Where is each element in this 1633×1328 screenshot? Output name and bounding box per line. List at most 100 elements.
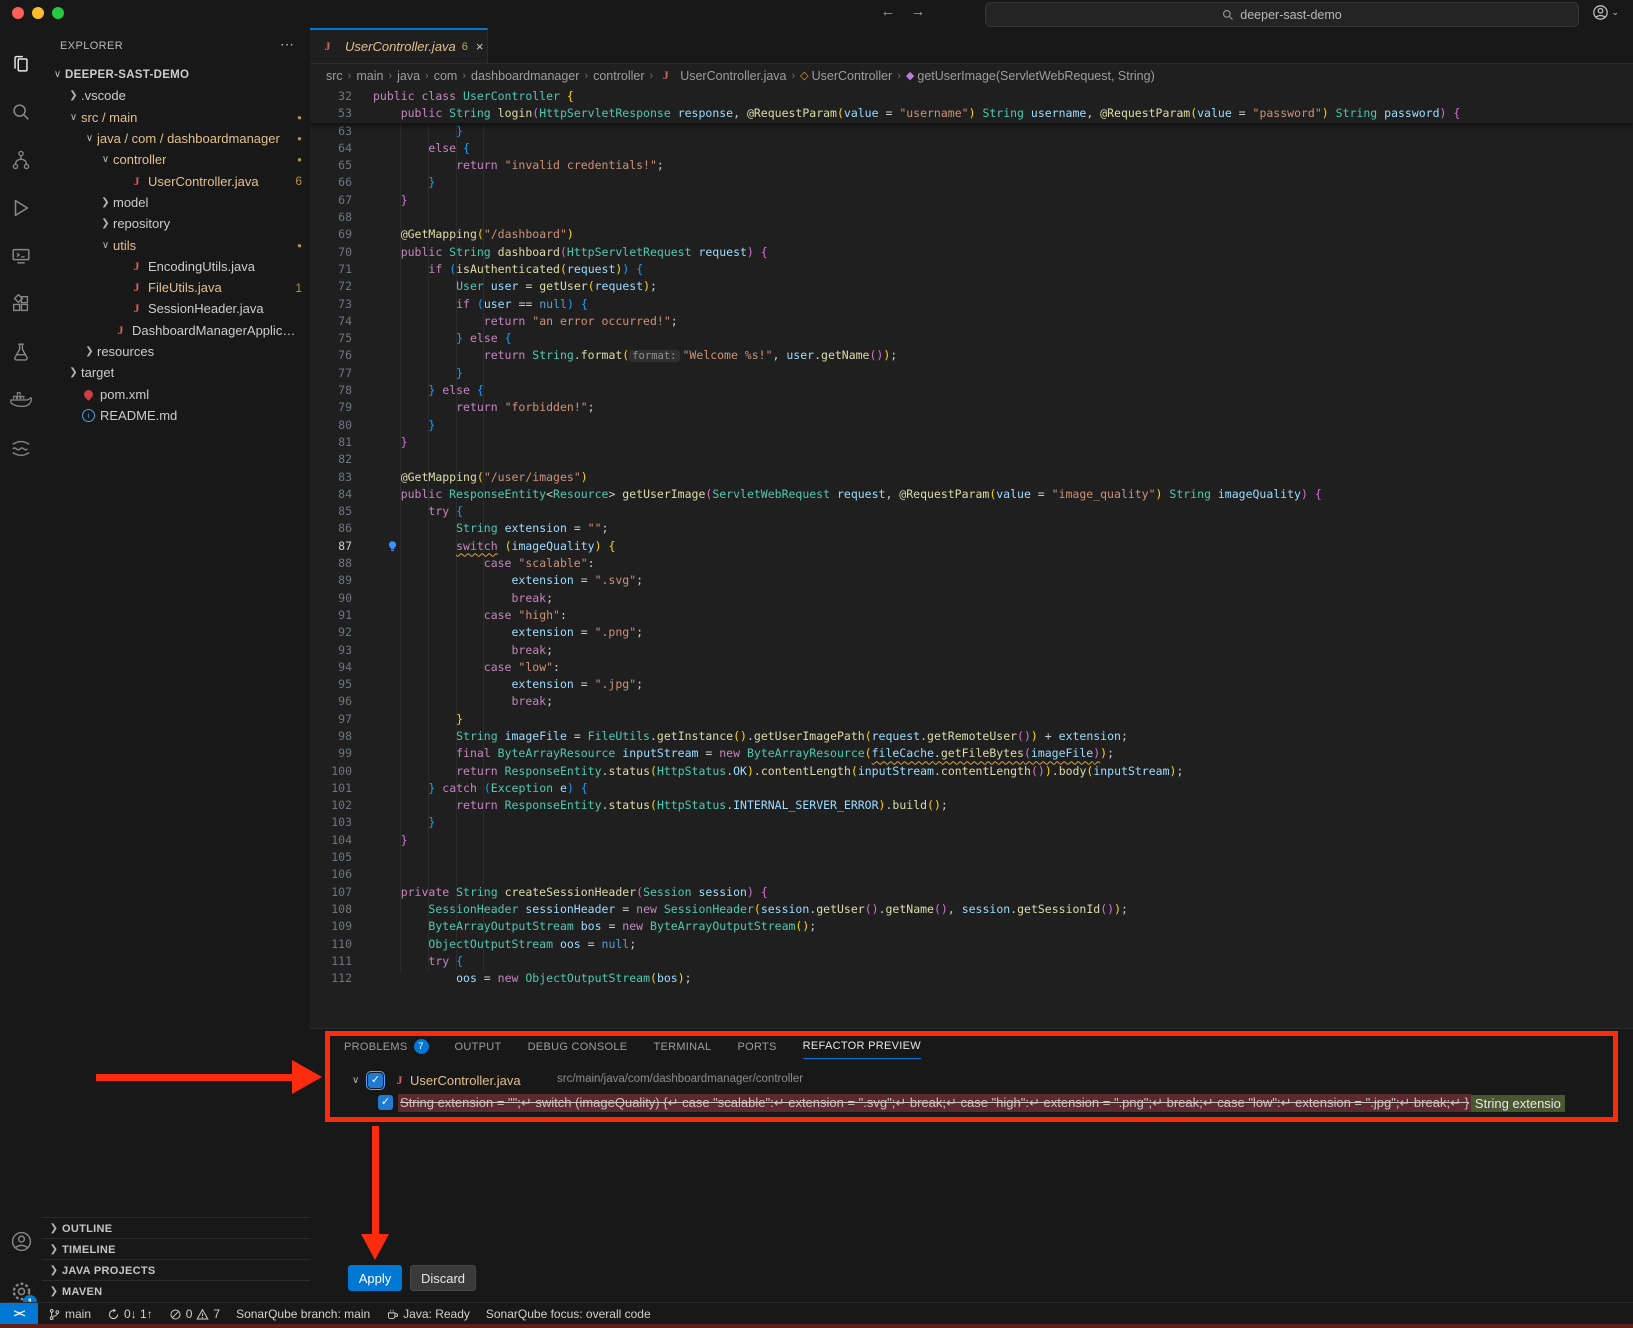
problems-count-badge: 7 (414, 1039, 429, 1054)
source-control-icon[interactable] (0, 140, 42, 180)
sidebar-section-maven[interactable]: ❯MAVEN (42, 1280, 310, 1302)
docker-icon[interactable] (0, 380, 42, 420)
panel-tab-debug-console[interactable]: DEBUG CONSOLE (528, 1039, 628, 1059)
tree-item-label: repository (113, 216, 170, 231)
run-debug-icon[interactable] (0, 188, 42, 228)
tree-item[interactable]: ∨utils● (42, 234, 310, 255)
code-line: 84 public ResponseEntity<Resource> getUs… (310, 486, 1633, 503)
discard-button[interactable]: Discard (410, 1265, 476, 1291)
tab-filename: UserController.java (345, 39, 456, 54)
code-line: 97 } (310, 711, 1633, 728)
tree-item[interactable]: ∨src / main● (42, 107, 310, 128)
command-center-search[interactable]: deeper-sast-demo (985, 2, 1579, 27)
account-menu-button[interactable]: ⌄ (1592, 4, 1619, 21)
breadcrumb-item[interactable]: com (434, 69, 458, 83)
remote-indicator[interactable]: >< (0, 1303, 38, 1325)
sonarqube-branch-status[interactable]: SonarQube branch: main (236, 1307, 370, 1321)
code-editor[interactable]: 32public class UserController {53 public… (310, 88, 1633, 1028)
tree-item[interactable]: ❯model (42, 192, 310, 213)
breadcrumb[interactable]: src›main›java›com›dashboardmanager›contr… (310, 63, 1633, 88)
file-tree: ∨DEEPER-SAST-DEMO❯.vscode∨src / main●∨ja… (42, 64, 310, 426)
sticky-scroll: 32public class UserController {53 public… (310, 88, 1633, 123)
tree-item[interactable]: JUserController.java6 (42, 170, 310, 191)
code-line: 75 } else { (310, 330, 1633, 347)
panel-tab-refactor-preview[interactable]: REFACTOR PREVIEW (803, 1039, 921, 1059)
code-line: 91 case "high": (310, 607, 1633, 624)
minimize-window-button[interactable] (32, 7, 44, 19)
chevron-down-icon[interactable]: ∨ (352, 1075, 359, 1086)
close-window-button[interactable] (12, 7, 24, 19)
panel-tab-ports[interactable]: PORTS (737, 1039, 776, 1059)
tree-item[interactable]: ❯target (42, 362, 310, 383)
remote-explorer-icon[interactable] (0, 236, 42, 276)
change-checkbox[interactable]: ✓ (378, 1095, 393, 1110)
testing-icon[interactable] (0, 332, 42, 372)
code-line: 94 case "low": (310, 659, 1633, 676)
sidebar-section-java-projects[interactable]: ❯JAVA PROJECTS (42, 1259, 310, 1281)
breadcrumb-item[interactable]: UserController (812, 69, 893, 83)
status-bar: >< main 0↓ 1↑ 0 7 SonarQube branch: main… (0, 1302, 1633, 1325)
code-line: 95 extension = ".jpg"; (310, 676, 1633, 693)
zoom-window-button[interactable] (52, 7, 64, 19)
tree-item[interactable]: JFileUtils.java1 (42, 277, 310, 298)
problem-count-badge: 6 (295, 174, 302, 188)
tree-item[interactable]: ∨DEEPER-SAST-DEMO (42, 64, 310, 85)
tab-usercontroller[interactable]: J UserController.java 6 × (310, 28, 488, 63)
java-file-icon: J (320, 39, 335, 54)
tree-item[interactable]: JDashboardManagerApplication.java (42, 320, 310, 341)
explorer-sidebar: EXPLORER ⋯ ∨DEEPER-SAST-DEMO❯.vscode∨src… (42, 28, 311, 1302)
code-line: 102 return ResponseEntity.status(HttpSta… (310, 797, 1633, 814)
code-line: 93 break; (310, 642, 1633, 659)
tree-item[interactable]: ❯.vscode (42, 85, 310, 106)
explorer-more-actions-button[interactable]: ⋯ (280, 36, 294, 53)
breadcrumb-item[interactable]: controller (593, 69, 644, 83)
breadcrumb-item[interactable]: UserController.java (680, 69, 786, 83)
sidebar-section-outline[interactable]: ❯OUTLINE (42, 1217, 310, 1239)
code-line: 81 } (310, 434, 1633, 451)
code-line: 87 switch (imageQuality) { (310, 538, 1633, 555)
sonarqube-focus-status[interactable]: SonarQube focus: overall code (486, 1307, 651, 1321)
git-branch-status[interactable]: main (48, 1307, 91, 1321)
back-button[interactable]: ← (878, 3, 898, 20)
tree-item[interactable]: ∨controller● (42, 149, 310, 170)
breadcrumb-item[interactable]: java (397, 69, 420, 83)
java-status[interactable]: Java: Ready (386, 1307, 470, 1321)
extensions-icon[interactable] (0, 284, 42, 324)
search-icon[interactable] (0, 92, 42, 132)
tree-item[interactable]: JSessionHeader.java (42, 298, 310, 319)
code-line: 103 } (310, 814, 1633, 831)
code-line: 65 return "invalid credentials!"; (310, 157, 1633, 174)
breadcrumb-item[interactable]: main (356, 69, 383, 83)
tree-item[interactable]: pom.xml (42, 383, 310, 404)
problems-status[interactable]: 0 7 (169, 1307, 220, 1321)
code-line: 98 String imageFile = FileUtils.getInsta… (310, 728, 1633, 745)
code-line: 76 return String.format(format:"Welcome … (310, 347, 1633, 364)
panel-tab-output[interactable]: OUTPUT (455, 1039, 502, 1059)
editor-group: J UserController.java 6 × src›main›java›… (310, 28, 1633, 1302)
tree-item[interactable]: ∨java / com / dashboardmanager● (42, 128, 310, 149)
code-line: 108 SessionHeader sessionHeader = new Se… (310, 901, 1633, 918)
tree-item-label: .vscode (81, 88, 126, 103)
explorer-icon[interactable] (0, 44, 42, 84)
sonarqube-icon[interactable] (0, 428, 42, 468)
tree-item[interactable]: iREADME.md (42, 405, 310, 426)
code-line: 77 } (310, 365, 1633, 382)
tree-item[interactable]: JEncodingUtils.java (42, 256, 310, 277)
git-sync-status[interactable]: 0↓ 1↑ (107, 1307, 153, 1321)
sidebar-section-timeline[interactable]: ❯TIMELINE (42, 1238, 310, 1260)
breadcrumb-separator: › (790, 70, 798, 82)
file-checkbox[interactable]: ✓ (368, 1073, 383, 1088)
apply-button[interactable]: Apply (348, 1265, 402, 1291)
breadcrumb-item[interactable]: dashboardmanager (471, 69, 579, 83)
account-icon[interactable] (0, 1221, 42, 1261)
panel-tab-problems[interactable]: PROBLEMS7 (344, 1039, 429, 1059)
quick-fix-lightbulb-icon[interactable] (386, 540, 399, 553)
forward-button[interactable]: → (908, 3, 928, 20)
close-tab-icon[interactable]: × (476, 39, 484, 54)
tree-item[interactable]: ❯resources (42, 341, 310, 362)
breadcrumb-item[interactable]: getUserImage(ServletWebRequest, String) (917, 69, 1154, 83)
panel-tab-terminal[interactable]: TERMINAL (653, 1039, 711, 1059)
breadcrumb-item[interactable]: src (326, 69, 343, 83)
errors-icon (169, 1308, 182, 1321)
tree-item[interactable]: ❯repository (42, 213, 310, 234)
